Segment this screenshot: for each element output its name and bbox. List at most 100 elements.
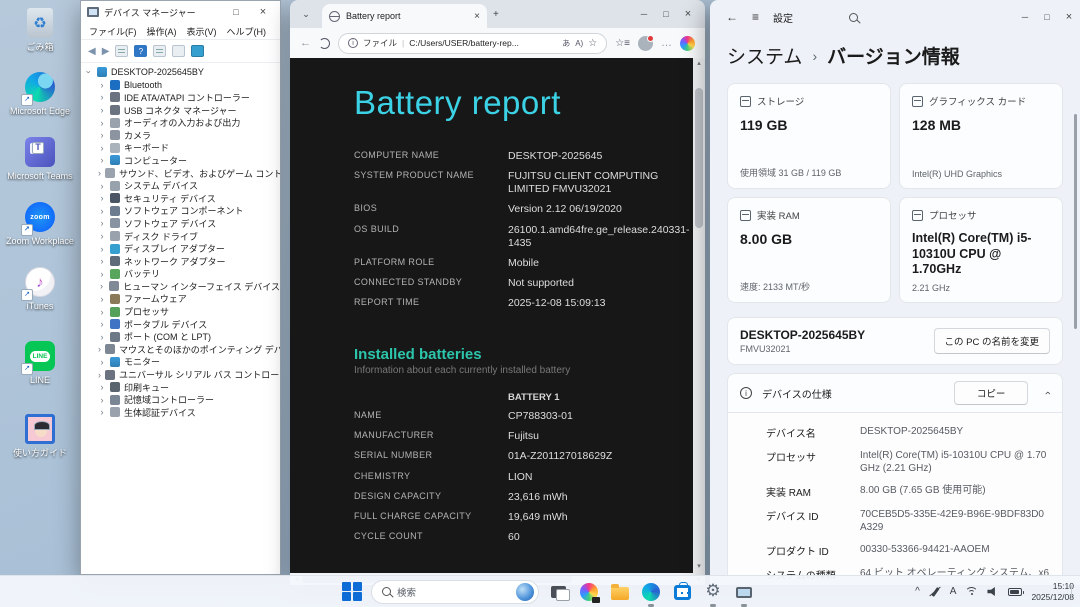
- chevron-up-icon[interactable]: ›: [1042, 391, 1054, 395]
- tree-item[interactable]: › モニター: [85, 356, 280, 369]
- tree-item[interactable]: › サウンド、ビデオ、およびゲーム コントローラー: [85, 167, 280, 180]
- minimize-button[interactable]: [633, 6, 655, 22]
- desktop-icon[interactable]: zoom Zoom Workplace: [6, 200, 74, 247]
- menu-item[interactable]: 操作(A): [147, 25, 177, 38]
- chevron-collapsed-icon[interactable]: ›: [98, 344, 101, 354]
- tree-item[interactable]: › ファームウェア: [85, 293, 280, 306]
- scroll-down-icon[interactable]: ▾: [697, 561, 701, 573]
- settings-scrollbar[interactable]: [1074, 114, 1077, 329]
- chevron-collapsed-icon[interactable]: ›: [98, 130, 106, 140]
- pen-icon[interactable]: [929, 586, 941, 598]
- properties-icon[interactable]: [153, 45, 167, 57]
- maximize-button[interactable]: [225, 4, 247, 20]
- help-icon[interactable]: ?: [134, 45, 148, 57]
- chevron-collapsed-icon[interactable]: ›: [98, 155, 106, 165]
- copy-button[interactable]: コピー: [953, 381, 1029, 405]
- monitor-icon[interactable]: [191, 45, 205, 57]
- tree-item[interactable]: › キーボード: [85, 142, 280, 155]
- translate-icon[interactable]: あ: [562, 38, 570, 49]
- tree-item[interactable]: › セキュリティ デバイス: [85, 192, 280, 205]
- close-button[interactable]: [1058, 9, 1080, 25]
- edge-button[interactable]: [639, 580, 663, 607]
- back-icon[interactable]: ◀: [88, 46, 96, 57]
- tree-item[interactable]: › ポート (COM と LPT): [85, 330, 280, 343]
- battery-icon[interactable]: [1008, 587, 1025, 596]
- device-spec-expander[interactable]: i デバイスの仕様 コピー ›: [727, 373, 1063, 413]
- chevron-collapsed-icon[interactable]: ›: [98, 370, 101, 380]
- desktop-icon[interactable]: LINE LINE: [6, 339, 74, 386]
- tree-item[interactable]: › USB コネクタ マネージャー: [85, 104, 280, 117]
- tree-item[interactable]: › 記憶域コントローラー: [85, 393, 280, 406]
- chevron-collapsed-icon[interactable]: ›: [98, 143, 106, 153]
- tab-close-icon[interactable]: ×: [474, 11, 480, 22]
- menu-item[interactable]: ヘルプ(H): [227, 25, 267, 38]
- tree-item[interactable]: › IDE ATA/ATAPI コントローラー: [85, 91, 280, 104]
- tree-item[interactable]: › マウスとそのほかのポインティング デバイス: [85, 343, 280, 356]
- minimize-button[interactable]: [1014, 9, 1036, 25]
- chevron-collapsed-icon[interactable]: ›: [98, 319, 106, 329]
- tree-item[interactable]: › カメラ: [85, 129, 280, 142]
- chevron-collapsed-icon[interactable]: ›: [98, 80, 106, 90]
- chevron-collapsed-icon[interactable]: ›: [98, 357, 106, 367]
- page-info-icon[interactable]: i: [348, 38, 358, 48]
- chevron-collapsed-icon[interactable]: ›: [98, 407, 106, 417]
- browser-tab[interactable]: Battery report ×: [322, 4, 487, 28]
- file-explorer-button[interactable]: [608, 580, 632, 604]
- tree-item[interactable]: › ユニバーサル シリアル バス コントローラー: [85, 368, 280, 381]
- tree-item[interactable]: › ディスク ドライブ: [85, 230, 280, 243]
- chevron-collapsed-icon[interactable]: ›: [98, 168, 101, 178]
- ime-mode-indicator[interactable]: A: [950, 586, 957, 597]
- chevron-collapsed-icon[interactable]: ›: [98, 193, 106, 203]
- chevron-collapsed-icon[interactable]: ›: [98, 181, 106, 191]
- tree-item[interactable]: › バッテリ: [85, 268, 280, 281]
- task-view-button[interactable]: [546, 580, 570, 604]
- tree-item[interactable]: › 印刷キュー: [85, 381, 280, 394]
- chevron-collapsed-icon[interactable]: ›: [98, 307, 106, 317]
- tree-item[interactable]: › ヒューマン インターフェイス デバイス: [85, 280, 280, 293]
- show-desktop-button[interactable]: [1071, 584, 1074, 599]
- maximize-button[interactable]: [655, 6, 677, 22]
- tree-item[interactable]: › ソフトウェア デバイス: [85, 217, 280, 230]
- chevron-collapsed-icon[interactable]: ›: [98, 382, 106, 392]
- tree-item[interactable]: › ポータブル デバイス: [85, 318, 280, 331]
- chevron-collapsed-icon[interactable]: ›: [98, 281, 105, 291]
- tree-item[interactable]: › ソフトウェア コンポーネント: [85, 205, 280, 218]
- wifi-icon[interactable]: [965, 586, 979, 597]
- tree-root[interactable]: › DESKTOP-2025645BY: [85, 66, 280, 79]
- favorites-hub-icon[interactable]: ☆≡: [615, 38, 630, 49]
- tree-item[interactable]: › ネットワーク アダプター: [85, 255, 280, 268]
- desktop-icon[interactable]: ♻ ごみ箱: [6, 6, 74, 53]
- chevron-collapsed-icon[interactable]: ›: [98, 206, 106, 216]
- close-button[interactable]: [252, 4, 274, 20]
- search-icon[interactable]: [849, 12, 859, 22]
- breadcrumb-parent[interactable]: システム: [727, 42, 802, 69]
- copilot-button[interactable]: [577, 580, 601, 604]
- back-icon[interactable]: ←: [726, 10, 738, 24]
- chevron-collapsed-icon[interactable]: ›: [98, 105, 106, 115]
- chevron-collapsed-icon[interactable]: ›: [98, 256, 106, 266]
- browser-back-icon[interactable]: ←: [300, 37, 311, 49]
- rename-pc-button[interactable]: この PC の名前を変更: [933, 328, 1050, 354]
- desktop-icon[interactable]: Microsoft Edge: [6, 70, 74, 117]
- start-button[interactable]: [340, 580, 364, 604]
- menu-item[interactable]: 表示(V): [187, 25, 217, 38]
- more-menu-icon[interactable]: …: [661, 37, 672, 49]
- profile-avatar[interactable]: [638, 34, 654, 51]
- chevron-collapsed-icon[interactable]: ›: [98, 332, 106, 342]
- menu-item[interactable]: ファイル(F): [89, 25, 137, 38]
- tree-item[interactable]: › システム デバイス: [85, 179, 280, 192]
- reload-icon[interactable]: [319, 37, 330, 49]
- vertical-scrollbar[interactable]: ▴ ▾: [693, 58, 705, 573]
- new-tab-button[interactable]: +: [493, 9, 499, 20]
- chevron-collapsed-icon[interactable]: ›: [98, 118, 106, 128]
- chevron-collapsed-icon[interactable]: ›: [98, 294, 106, 304]
- chevron-collapsed-icon[interactable]: ›: [98, 395, 106, 405]
- close-button[interactable]: [677, 6, 699, 22]
- favorite-star-icon[interactable]: ☆: [588, 38, 597, 49]
- address-bar[interactable]: i ファイル | C:/Users/USER/battery-rep... あ …: [338, 32, 608, 54]
- chevron-collapsed-icon[interactable]: ›: [98, 269, 106, 279]
- chevron-collapsed-icon[interactable]: ›: [98, 218, 106, 228]
- tray-chevron-up-icon[interactable]: ^: [915, 586, 920, 597]
- desktop-icon[interactable]: Microsoft Teams: [6, 135, 74, 182]
- hamburger-menu-icon[interactable]: ≡: [752, 10, 759, 24]
